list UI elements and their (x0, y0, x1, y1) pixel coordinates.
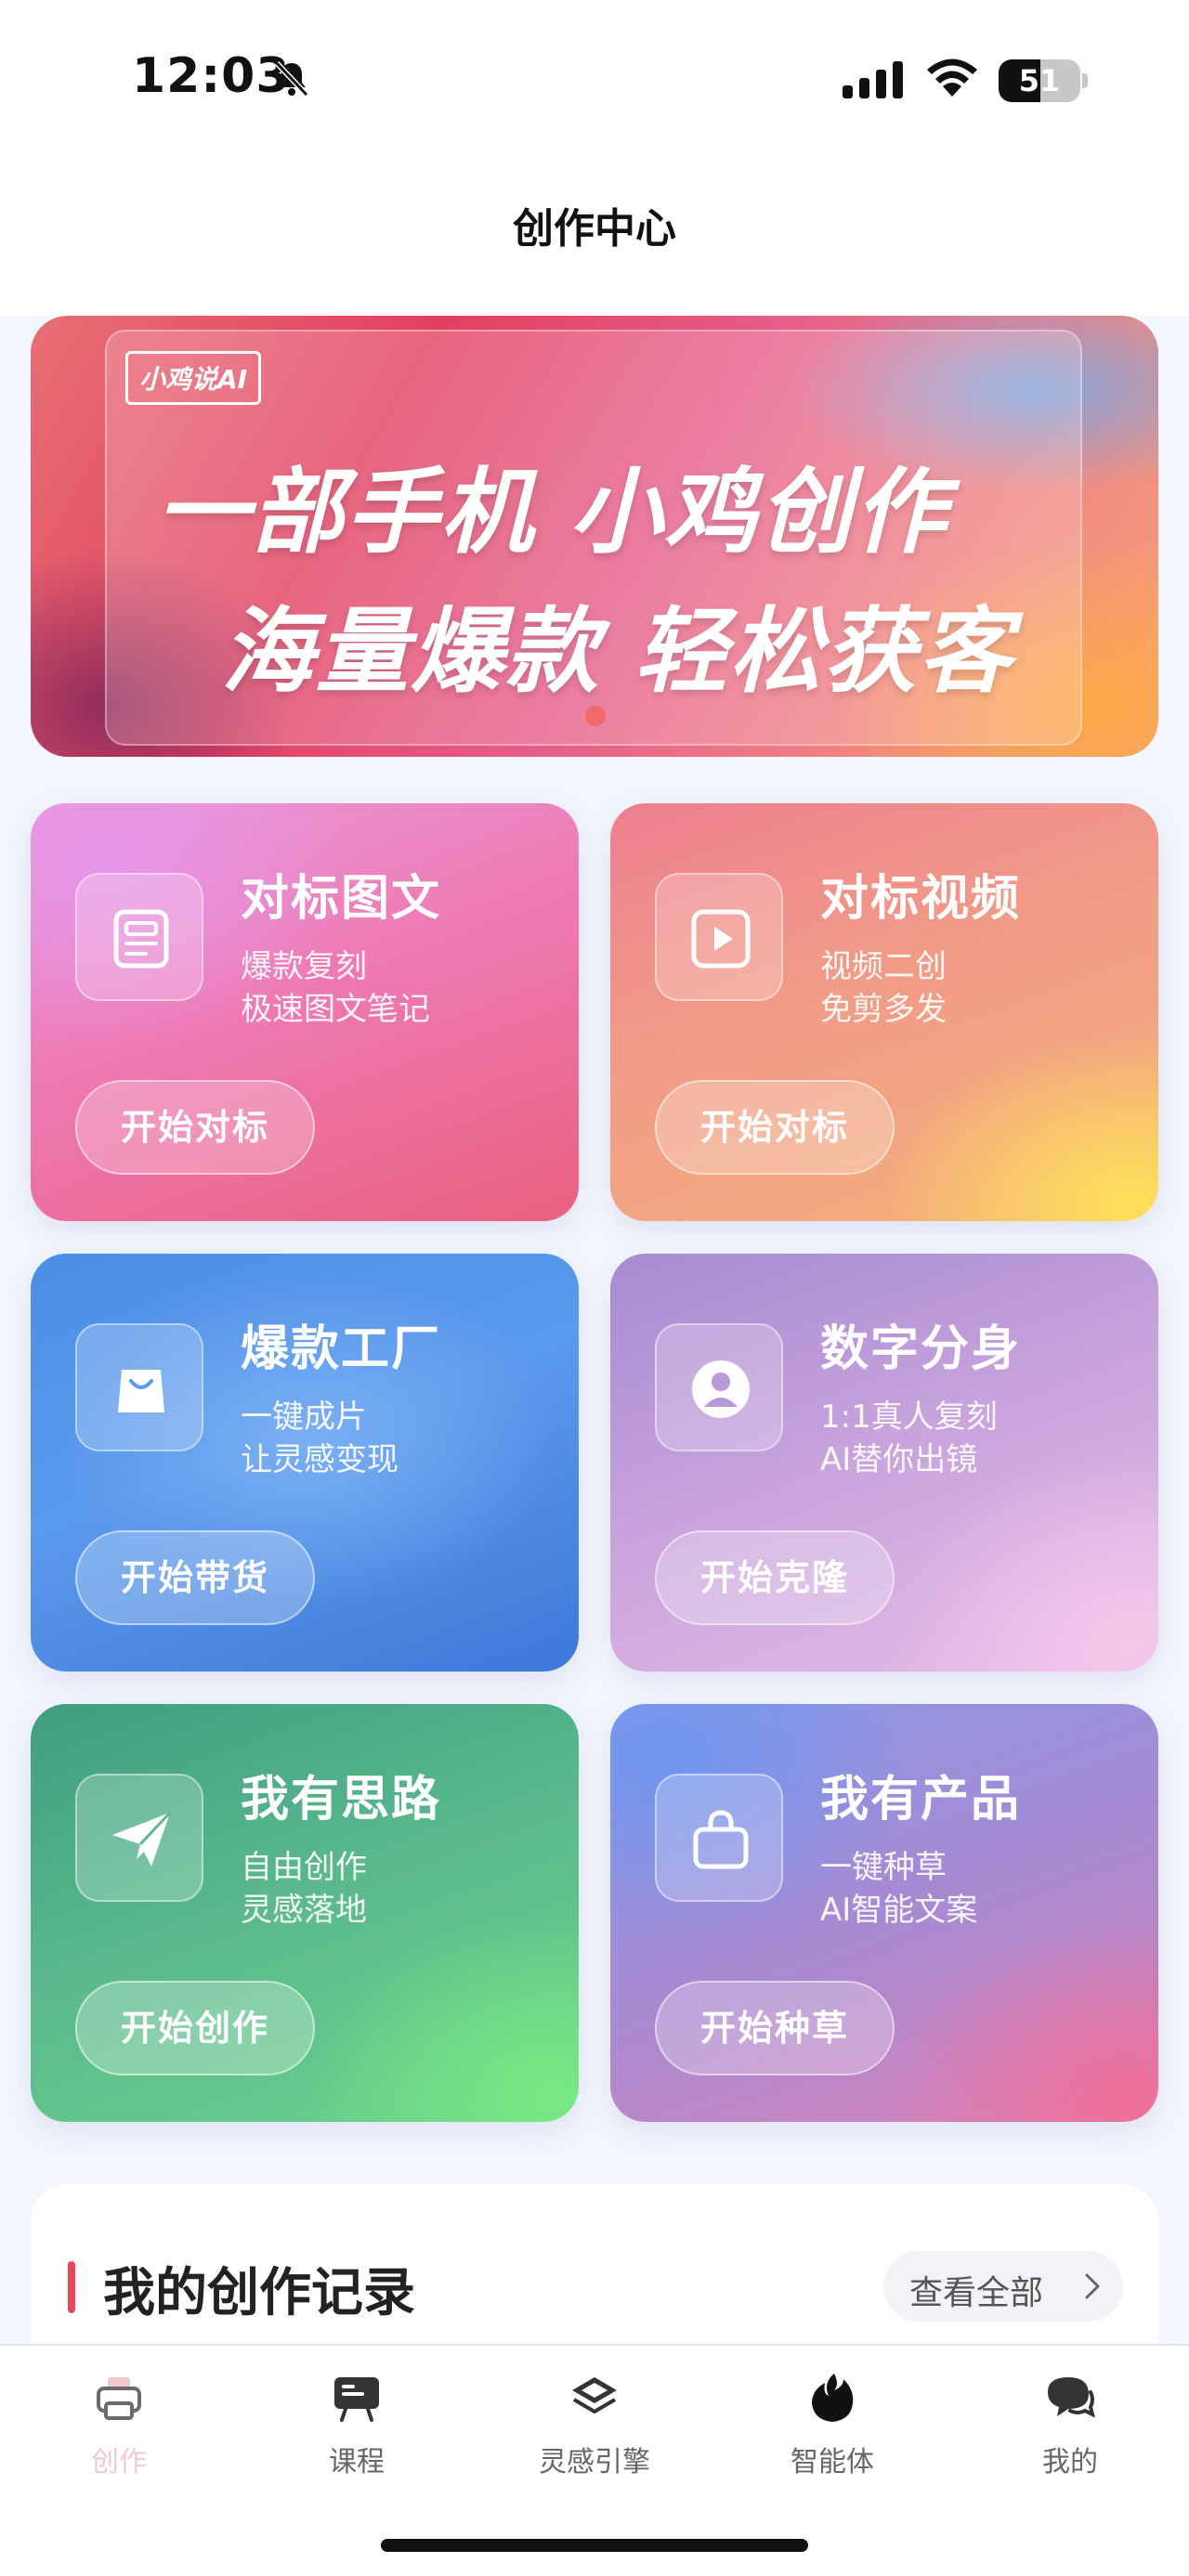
card-subtitle: 视频二创 (820, 948, 947, 985)
card-subtitle: AI智能文案 (820, 1892, 978, 1929)
start-seeding-button[interactable]: 开始种草 (655, 1981, 895, 2075)
battery-percent: 51 (1018, 63, 1061, 98)
section-accent-bar (68, 2261, 75, 2313)
card-subtitle: 让灵感变现 (241, 1441, 399, 1478)
card-icon-box (75, 1774, 203, 1902)
card-subtitle: 自由创作 (241, 1849, 367, 1886)
flame-icon (812, 2374, 854, 2422)
banner-logo: 小鸡说AI (125, 351, 262, 405)
card-title: 我有产品 (820, 1772, 1022, 1828)
card-subtitle: 爆款复刻 (241, 948, 367, 985)
card-digital-avatar[interactable]: 数字分身 1:1真人复刻 AI替你出镜 开始克隆 (610, 1254, 1158, 1672)
card-title: 我有思路 (241, 1772, 442, 1828)
layers-icon (572, 2377, 617, 2413)
printer-icon (97, 2377, 141, 2420)
page-title: 创作中心 (513, 205, 676, 253)
status-time: 12:03 (132, 48, 291, 104)
section-title: 我的创作记录 (103, 2263, 415, 2323)
view-all-button[interactable]: 查看全部 (883, 2251, 1123, 2322)
banner-headline-2: 海量爆款 轻松获客 (221, 597, 1013, 706)
card-my-ideas[interactable]: 我有思路 自由创作 灵感落地 开始创作 (31, 1704, 579, 2122)
tab-courses[interactable]: 课程 (238, 2346, 476, 2531)
start-creating-button[interactable]: 开始创作 (75, 1981, 315, 2075)
card-subtitle: 免剪多发 (820, 991, 947, 1028)
user-avatar-icon (692, 1360, 750, 1418)
card-benchmark-article[interactable]: 对标图文 爆款复刻 极速图文笔记 开始对标 (31, 803, 579, 1221)
bag-outline-icon (693, 1810, 749, 1869)
promo-banner[interactable]: 小鸡说AI 一部手机 小鸡创作 海量爆款 轻松获客 (31, 316, 1158, 757)
page-header: 创作中心 (0, 158, 1189, 316)
tab-label: 智能体 (790, 2446, 874, 2478)
chevron-right-icon (1085, 2273, 1100, 2299)
home-indicator[interactable] (381, 2539, 808, 2552)
document-icon (113, 909, 169, 969)
card-icon-box (655, 1323, 783, 1451)
card-subtitle: 一键成片 (241, 1399, 367, 1436)
tab-inspiration-engine[interactable]: 灵感引擎 (476, 2346, 713, 2531)
wifi-icon (927, 59, 977, 97)
carousel-indicator-dot[interactable] (585, 706, 606, 726)
card-subtitle: 1:1真人复刻 (820, 1399, 998, 1436)
tab-label: 课程 (329, 2446, 385, 2478)
tab-label: 我的 (1042, 2446, 1098, 2478)
cellular-signal-icon (843, 61, 903, 98)
card-title: 数字分身 (820, 1321, 1022, 1377)
start-benchmark-video-button[interactable]: 开始对标 (655, 1080, 895, 1175)
tab-agents[interactable]: 智能体 (713, 2346, 951, 2531)
bell-muted-icon (274, 60, 309, 98)
card-icon-box (75, 873, 203, 1001)
card-hit-factory[interactable]: 爆款工厂 一键成片 让灵感变现 开始带货 (31, 1254, 579, 1672)
chat-bubbles-icon (1048, 2377, 1095, 2418)
banner-headline-1: 一部手机 小鸡创作 (156, 458, 948, 566)
presentation-icon (334, 2377, 379, 2422)
battery-indicator: 51 (999, 59, 1088, 102)
view-all-label: 查看全部 (909, 2274, 1044, 2312)
card-subtitle: 灵感落地 (241, 1892, 367, 1929)
card-icon-box (655, 873, 783, 1001)
card-icon-box (75, 1323, 203, 1451)
card-title: 爆款工厂 (241, 1321, 442, 1377)
status-bar: 12:03 51 (0, 0, 1189, 158)
card-subtitle: 极速图文笔记 (241, 991, 430, 1028)
card-title: 对标图文 (241, 871, 442, 927)
start-selling-button[interactable]: 开始带货 (75, 1530, 315, 1625)
play-icon (691, 909, 751, 969)
tab-label: 创作 (91, 2446, 147, 2478)
card-title: 对标视频 (820, 871, 1022, 927)
card-subtitle: AI替你出镜 (820, 1441, 978, 1478)
tab-mine[interactable]: 我的 (951, 2346, 1189, 2531)
card-subtitle: 一键种草 (820, 1849, 947, 1886)
card-benchmark-video[interactable]: 对标视频 视频二创 免剪多发 开始对标 (610, 803, 1158, 1221)
tab-create[interactable]: 创作 (0, 2346, 238, 2531)
card-my-product[interactable]: 我有产品 一键种草 AI智能文案 开始种草 (610, 1704, 1158, 2122)
tab-label: 灵感引擎 (539, 2446, 650, 2478)
paper-plane-icon (112, 1811, 172, 1867)
shopping-bag-icon (118, 1370, 164, 1412)
start-clone-button[interactable]: 开始克隆 (655, 1530, 895, 1625)
start-benchmark-article-button[interactable]: 开始对标 (75, 1080, 315, 1175)
card-icon-box (655, 1774, 783, 1902)
